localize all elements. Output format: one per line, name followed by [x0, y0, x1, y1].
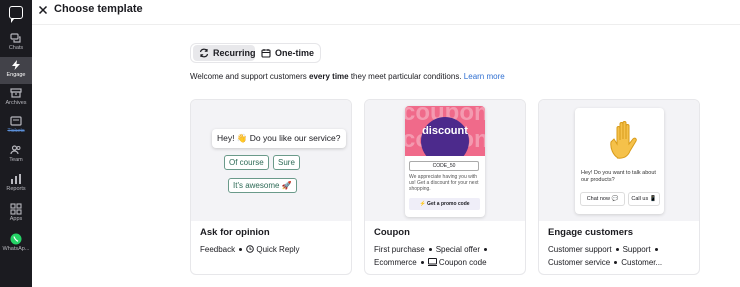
- tag: Feedback: [200, 245, 236, 254]
- tag: Coupon code: [438, 258, 487, 267]
- card-title: Coupon: [374, 227, 410, 238]
- calendar-icon: [261, 49, 271, 58]
- sidebar-item-label: WhatsAp...: [2, 246, 30, 252]
- sidebar-item-label: Engage: [6, 72, 26, 78]
- coupon-banner: coupon coupon discount: [405, 106, 485, 156]
- sidebar-item-label: Apps: [9, 216, 23, 222]
- card-tags: First purchase Special offer Ecommerce Cou…: [374, 243, 519, 269]
- sidebar-item-team[interactable]: Team: [0, 142, 32, 169]
- card-tags: Customer support Support Customer service C…: [548, 243, 693, 269]
- engage-message: Hey! Do you want to talk about our produ…: [581, 170, 656, 183]
- template-type-switch: Recurring One-time: [190, 43, 321, 63]
- separator-dot: [615, 248, 619, 252]
- team-icon: [10, 145, 21, 155]
- page-description: Welcome and support customers every time…: [190, 72, 505, 81]
- sidebar-item-whatsapp[interactable]: WhatsAp...: [0, 231, 32, 258]
- template-card-coupon[interactable]: coupon coupon discount CODE_50 We apprec…: [364, 99, 526, 275]
- page-title: Choose template: [54, 3, 143, 15]
- bolt-icon: [12, 60, 20, 70]
- tag: Ecommerce: [374, 258, 417, 267]
- app: Chats Engage Archives Tickets Team Repor…: [0, 0, 740, 287]
- archive-icon: [10, 88, 22, 98]
- sidebar-item-engage[interactable]: Engage: [0, 57, 32, 84]
- description-bold: every time: [309, 72, 349, 81]
- sidebar-item-chats[interactable]: Chats: [0, 30, 32, 57]
- card-title: Ask for opinion: [200, 227, 270, 238]
- coupon-code: CODE_50: [409, 161, 479, 171]
- header: Choose template: [32, 0, 740, 25]
- tab-one-time[interactable]: One-time: [255, 45, 319, 61]
- quick-reply-chip: It's awesome 🚀: [228, 178, 297, 193]
- card-title: Engage customers: [548, 227, 633, 238]
- tab-label: One-time: [275, 48, 315, 58]
- separator-dot: [614, 261, 618, 265]
- sidebar: Chats Engage Archives Tickets Team Repor…: [0, 0, 32, 287]
- tag: Support: [622, 245, 651, 254]
- reports-icon: [11, 174, 21, 184]
- tab-label: Recurring: [213, 48, 256, 58]
- tag: Special offer: [435, 245, 481, 254]
- sidebar-item-apps[interactable]: Apps: [0, 201, 32, 228]
- coupon-preview: coupon coupon discount CODE_50 We apprec…: [405, 106, 485, 217]
- sidebar-item-label: Archives: [5, 100, 27, 106]
- description-text-end: they meet particular conditions.: [348, 72, 462, 81]
- waving-hand-icon: [610, 121, 637, 159]
- sidebar-item-label: Chats: [8, 45, 24, 51]
- description-text: Welcome and support customers: [190, 72, 310, 81]
- separator-dot: [654, 248, 658, 252]
- sidebar-item-label: Team: [9, 157, 23, 163]
- logo-icon[interactable]: [9, 6, 23, 23]
- template-card-ask-for-opinion[interactable]: Hey! 👋 Do you like our service? Of cours…: [190, 99, 352, 275]
- separator-dot: [484, 248, 488, 252]
- tag: First purchase: [374, 245, 425, 254]
- quick-reply-chip: Sure: [273, 155, 300, 170]
- chats-icon: [10, 33, 21, 43]
- ticket-icon: [10, 116, 22, 126]
- tab-recurring[interactable]: Recurring: [193, 45, 256, 61]
- card-tags: Feedback Quick Reply: [200, 243, 345, 256]
- call-us-button: Call us 📱: [628, 192, 660, 206]
- promo-code-button: ⚡ Get a promo code: [409, 198, 480, 210]
- separator-dot: [239, 248, 243, 252]
- chat-now-button: Chat now 💬: [580, 192, 625, 206]
- tag: Customer support: [548, 245, 612, 254]
- sidebar-item-reports[interactable]: Reports: [0, 171, 32, 198]
- quick-reply-icon: [246, 245, 254, 253]
- template-preview: Hey! 👋 Do you like our service? Of cours…: [191, 100, 351, 221]
- sidebar-item-label: Tickets: [7, 128, 25, 134]
- sidebar-item-tickets[interactable]: Tickets: [0, 113, 32, 140]
- quick-reply-chip: Of course: [224, 155, 269, 170]
- sidebar-item-label: Reports: [6, 186, 26, 192]
- sidebar-item-archives[interactable]: Archives: [0, 85, 32, 112]
- close-icon[interactable]: [38, 5, 48, 15]
- template-preview: Hey! Do you want to talk about our produ…: [539, 100, 699, 221]
- learn-more-link[interactable]: Learn more: [464, 72, 505, 81]
- tag: Quick Reply: [256, 245, 300, 254]
- tag: Customer service: [548, 258, 611, 267]
- template-preview: coupon coupon discount CODE_50 We apprec…: [365, 100, 525, 221]
- tag: Customer...: [621, 258, 663, 267]
- engage-preview: Hey! Do you want to talk about our produ…: [575, 108, 664, 214]
- coupon-headline: discount: [422, 125, 468, 137]
- coupon-text: We appreciate having you with us! Get a …: [409, 174, 479, 192]
- whatsapp-icon: [10, 233, 22, 245]
- separator-dot: [428, 248, 432, 252]
- separator-dot: [420, 261, 424, 265]
- coupon-code-icon: [427, 258, 437, 266]
- recurring-icon: [199, 48, 209, 58]
- preview-message: Hey! 👋 Do you like our service?: [212, 129, 346, 148]
- apps-icon: [10, 203, 22, 215]
- template-card-engage-customers[interactable]: Hey! Do you want to talk about our produ…: [538, 99, 700, 275]
